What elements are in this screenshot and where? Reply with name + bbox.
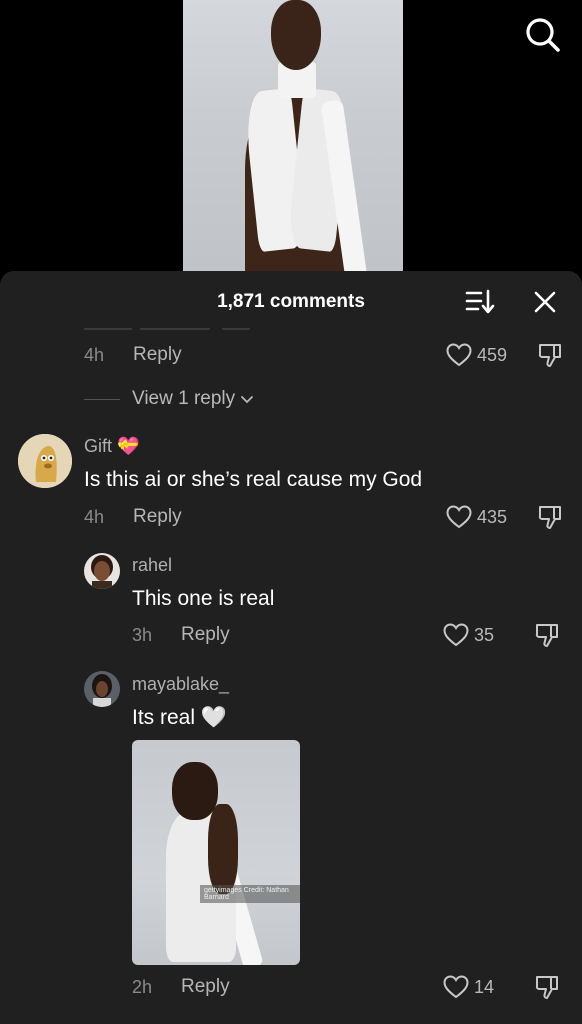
view-replies-button[interactable]: View 1 reply xyxy=(84,387,255,411)
close-button[interactable] xyxy=(530,287,560,317)
comment-meta-row: 4h Reply 435 xyxy=(0,503,582,531)
clipped-text xyxy=(222,328,250,330)
figure-head xyxy=(271,0,321,70)
dislike-button[interactable] xyxy=(536,341,564,369)
heart-gift-emoji: 💝 xyxy=(117,436,140,456)
sort-button[interactable] xyxy=(464,287,496,317)
view-replies-label: View 1 reply xyxy=(132,388,236,409)
avatar[interactable] xyxy=(84,671,120,707)
like-button[interactable]: 35 xyxy=(443,621,494,649)
thumbs-down-icon xyxy=(535,976,558,999)
comments-sheet: 1,871 comments 4h Reply 459 View 1 reply… xyxy=(0,271,582,1024)
avatar-photo-icon xyxy=(84,671,120,707)
clipped-text xyxy=(84,328,132,330)
divider xyxy=(84,398,120,400)
like-count: 435 xyxy=(477,506,508,527)
comment-time: 4h xyxy=(84,345,105,365)
dislike-button[interactable] xyxy=(533,973,561,1001)
comment-meta-row: 4h Reply 459 xyxy=(0,341,582,369)
heart-icon xyxy=(443,623,469,647)
photo-head xyxy=(172,762,218,820)
avatar[interactable] xyxy=(84,553,120,589)
close-icon xyxy=(534,291,556,313)
comment-photo[interactable]: gettyimages Credit: Nathan Barnard xyxy=(132,740,300,965)
avatar-cartoon-icon xyxy=(18,434,72,488)
comment-time: 3h xyxy=(132,625,153,645)
comment-time: 4h xyxy=(84,507,105,527)
video-player[interactable] xyxy=(0,0,582,290)
heart-icon xyxy=(443,975,469,999)
reply-button[interactable]: Reply xyxy=(181,976,230,998)
search-icon xyxy=(526,18,560,52)
sort-icon xyxy=(465,289,495,314)
comment-text: Is this ai or she’s real cause my God xyxy=(84,468,423,491)
clipped-text xyxy=(140,328,210,330)
avatar-photo-icon xyxy=(84,553,120,589)
comment-text: This one is real xyxy=(132,587,275,610)
comment-username[interactable]: Gift 💝 xyxy=(84,436,139,457)
reply-button[interactable]: Reply xyxy=(133,506,182,528)
heart-icon xyxy=(446,505,472,529)
comment-meta-row: 3h Reply 35 xyxy=(0,621,582,649)
heart-icon xyxy=(446,343,472,367)
photo-arm xyxy=(208,804,238,894)
comment-text: Its real 🤍 xyxy=(132,706,228,729)
video-frame[interactable] xyxy=(183,0,403,285)
username-text: Gift xyxy=(84,436,113,456)
search-button[interactable] xyxy=(522,14,562,54)
reply-button[interactable]: Reply xyxy=(181,624,230,646)
dislike-button[interactable] xyxy=(533,621,561,649)
sheet-header: 1,871 comments xyxy=(0,271,582,331)
like-count: 35 xyxy=(474,624,495,645)
thumbs-down-icon xyxy=(535,624,558,647)
comment-meta-row: 2h Reply 14 xyxy=(0,973,582,1001)
comment-username[interactable]: rahel xyxy=(132,555,172,576)
chevron-down-icon xyxy=(241,396,254,404)
reply-button[interactable]: Reply xyxy=(133,344,182,366)
comment-time: 2h xyxy=(132,977,153,997)
comment-username[interactable]: mayablake_ xyxy=(132,674,229,695)
like-button[interactable]: 14 xyxy=(443,973,494,1001)
like-count: 14 xyxy=(474,976,495,997)
photo-watermark: gettyimages Credit: Nathan Barnard xyxy=(200,885,300,903)
thumbs-down-icon xyxy=(538,344,561,367)
dislike-button[interactable] xyxy=(536,503,564,531)
like-button[interactable]: 435 xyxy=(446,503,507,531)
avatar[interactable] xyxy=(18,434,72,488)
like-count: 459 xyxy=(477,344,508,365)
thumbs-down-icon xyxy=(538,506,561,529)
like-button[interactable]: 459 xyxy=(446,341,507,369)
